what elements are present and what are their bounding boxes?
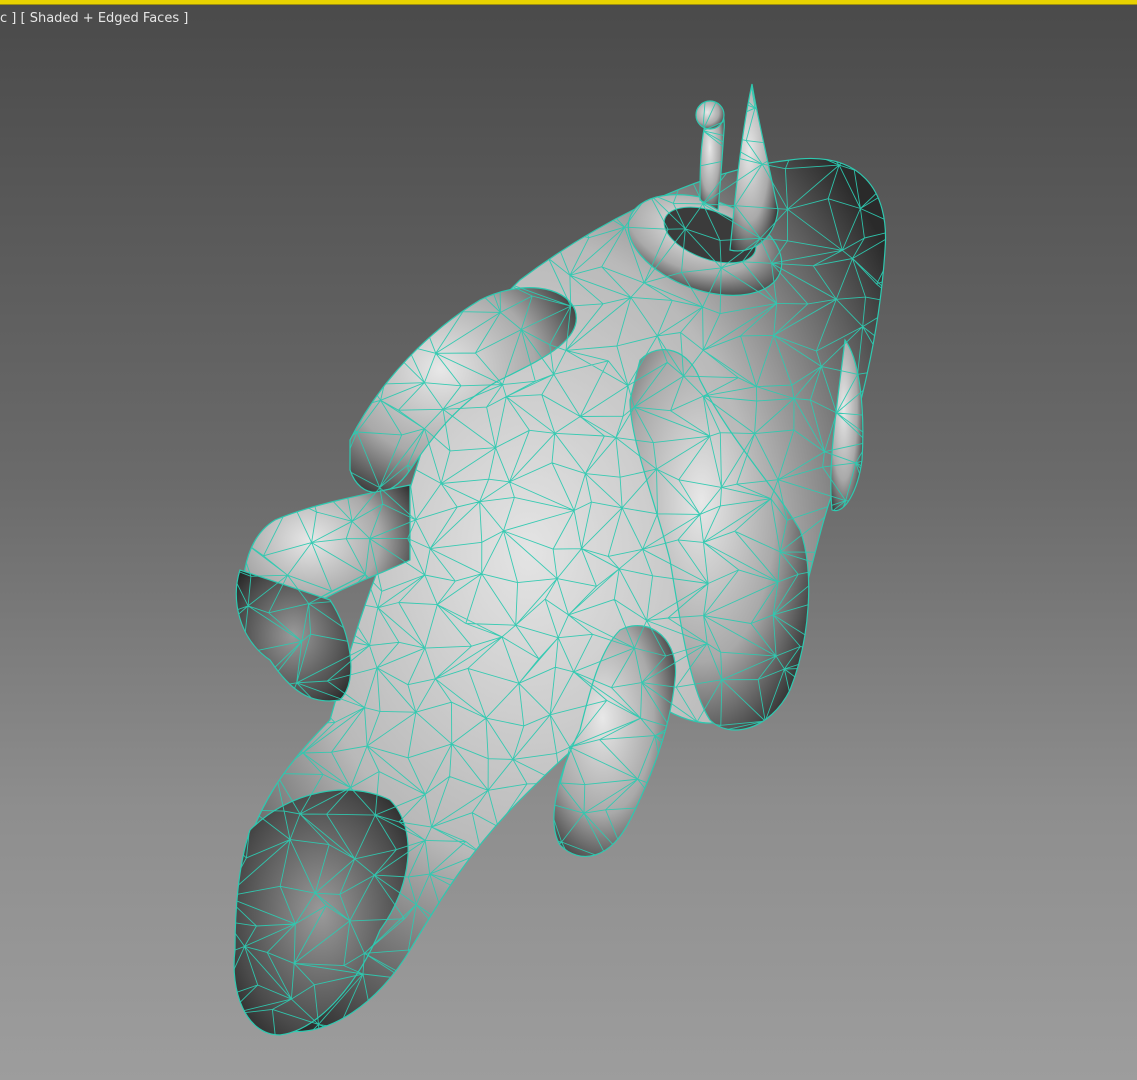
3d-model-icon [233,83,887,1036]
3d-viewport[interactable]: c ] [ Shaded + Edged Faces ] [0,0,1137,1080]
mesh-object[interactable] [0,0,1137,1080]
